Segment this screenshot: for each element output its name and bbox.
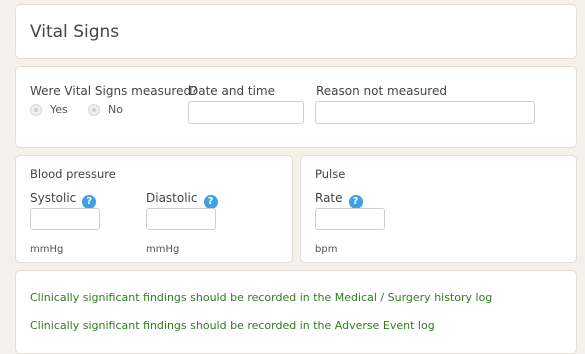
pulse-label: Pulse: [315, 167, 346, 181]
rate-help-icon[interactable]: ?: [348, 195, 363, 209]
diastolic-input[interactable]: [146, 208, 216, 230]
systolic-label-text: Systolic: [30, 191, 77, 205]
findings-card: Clinically significant findings should b…: [15, 270, 577, 354]
radio-no-circle[interactable]: [88, 103, 100, 116]
diastolic-label-text: Diastolic: [146, 191, 198, 205]
page-title: Vital Signs: [30, 22, 120, 42]
rate-input[interactable]: [315, 208, 385, 230]
reason-not-measured-label: Reason not measured: [316, 84, 447, 98]
rate-label-text: Rate: [315, 191, 343, 205]
title-card: Vital Signs: [15, 4, 577, 59]
measurement-card: Were Vital Signs measured? Yes No Date a…: [15, 66, 577, 148]
systolic-help-icon[interactable]: ?: [82, 195, 97, 209]
reason-not-measured-input[interactable]: [315, 101, 535, 124]
measured-question-label: Were Vital Signs measured?: [30, 84, 198, 98]
systolic-label: Systolic?: [30, 191, 97, 209]
blood-pressure-label: Blood pressure: [30, 167, 116, 181]
radio-yes[interactable]: Yes: [30, 103, 68, 116]
radio-no[interactable]: No: [88, 103, 123, 116]
date-time-label: Date and time: [189, 84, 275, 98]
pulse-card: Pulse Rate? bpm: [300, 155, 577, 263]
systolic-input[interactable]: [30, 208, 100, 230]
radio-yes-circle[interactable]: [30, 103, 42, 116]
adverse-event-note: Clinically significant findings should b…: [30, 319, 435, 332]
radio-yes-label: Yes: [50, 103, 68, 116]
systolic-unit: mmHg: [30, 244, 64, 255]
medical-history-note: Clinically significant findings should b…: [30, 291, 493, 304]
rate-label: Rate?: [315, 191, 363, 209]
diastolic-help-icon[interactable]: ?: [203, 195, 218, 209]
diastolic-label: Diastolic?: [146, 191, 218, 209]
radio-no-label: No: [108, 103, 123, 116]
rate-unit: bpm: [315, 244, 338, 255]
diastolic-unit: mmHg: [146, 244, 180, 255]
date-time-input[interactable]: [188, 101, 304, 124]
blood-pressure-card: Blood pressure Systolic? mmHg Diastolic?…: [15, 155, 293, 263]
